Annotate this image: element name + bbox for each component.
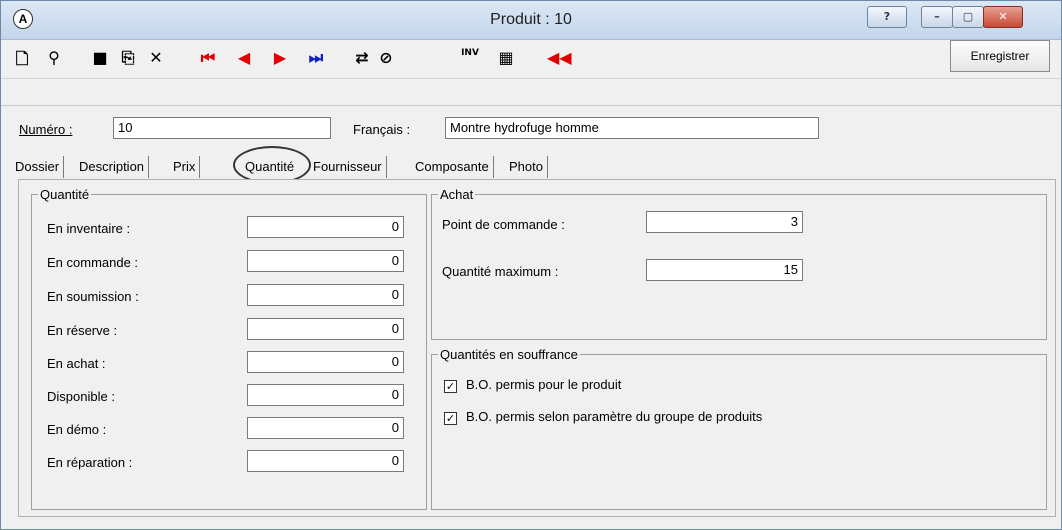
point-commande-field[interactable]: 3 <box>646 211 803 233</box>
maximize-button[interactable]: ▢ <box>952 6 984 28</box>
achat-group: Achat Point de commande : 3 Quantité max… <box>431 187 1047 340</box>
francais-label: Français : <box>353 122 411 137</box>
inventory-icon[interactable]: INV <box>459 48 481 70</box>
disponible-label: Disponible : <box>47 389 115 404</box>
quantite-group-title: Quantité <box>38 187 92 202</box>
tab-dossier[interactable]: Dossier <box>15 156 65 178</box>
save-button[interactable]: Enregistrer <box>950 40 1050 72</box>
close-button[interactable]: ✕ <box>983 6 1023 28</box>
numero-label: Numéro : <box>19 122 73 137</box>
tab-description[interactable]: Description <box>79 156 150 178</box>
tab-photo[interactable]: Photo <box>509 156 548 178</box>
bo-produit-checkbox[interactable]: ✓ <box>444 380 457 393</box>
disponible-field[interactable]: 0 <box>247 384 404 406</box>
en-demo-field[interactable]: 0 <box>247 417 404 439</box>
find-icon[interactable]: ⚲ <box>43 48 65 70</box>
tab-prix[interactable]: Prix <box>173 156 201 178</box>
back-icon[interactable]: ◀◀ <box>547 48 572 70</box>
tab-composante[interactable]: Composante <box>415 156 494 178</box>
achat-group-title: Achat <box>438 187 476 202</box>
en-reserve-label: En réserve : <box>47 323 118 338</box>
quantite-group: Quantité En inventaire : 0 En commande :… <box>31 187 427 510</box>
en-commande-label: En commande : <box>47 255 139 270</box>
help-button[interactable]: ? <box>867 6 907 28</box>
en-achat-label: En achat : <box>47 356 106 371</box>
next-icon[interactable]: ▶ <box>269 48 291 70</box>
tab-fournisseur[interactable]: Fournisseur <box>313 156 387 178</box>
souffrance-group: Quantités en souffrance ✓ B.O. permis po… <box>431 347 1047 510</box>
en-reserve-field[interactable]: 0 <box>247 318 404 340</box>
point-commande-label: Point de commande : <box>442 217 565 232</box>
toolbar: 🗋 ⚲ ■ ⎘ ✕ ⏮ ◀ ▶ ⏭ ⇄ ⊘ INV ▦ ◀◀ <box>1 40 1061 79</box>
en-reparation-field[interactable]: 0 <box>247 450 404 472</box>
en-reparation-label: En réparation : <box>47 455 133 470</box>
last-icon[interactable]: ⏭ <box>305 48 327 70</box>
delete-icon[interactable]: ✕ <box>145 48 167 70</box>
new-icon[interactable]: 🗋 <box>11 48 33 70</box>
quantite-max-label: Quantité maximum : <box>442 264 559 279</box>
bo-produit-label: B.O. permis pour le produit <box>466 377 622 392</box>
bo-groupe-checkbox[interactable]: ✓ <box>444 412 457 425</box>
first-icon[interactable]: ⏮ <box>197 48 219 70</box>
save-icon[interactable]: ■ <box>89 48 111 70</box>
cancel-icon[interactable]: ⊘ <box>375 48 397 70</box>
en-soumission-field[interactable]: 0 <box>247 284 404 306</box>
en-soumission-label: En soumission : <box>47 289 139 304</box>
numero-field[interactable]: 10 <box>113 117 331 139</box>
tab-panel-quantite: Quantité En inventaire : 0 En commande :… <box>18 179 1056 517</box>
en-inventaire-label: En inventaire : <box>47 221 131 236</box>
sync-icon[interactable]: ⇄ <box>351 48 373 70</box>
bo-groupe-label: B.O. permis selon paramètre du groupe de… <box>466 409 763 424</box>
title-bar: A Produit : 10 ? – ▢ ✕ <box>1 1 1061 40</box>
francais-field[interactable]: Montre hydrofuge homme <box>445 117 819 139</box>
quantite-max-field[interactable]: 15 <box>646 259 803 281</box>
header-divider <box>1 105 1061 106</box>
minimize-button[interactable]: – <box>921 6 953 28</box>
copy-icon[interactable]: ⎘ <box>117 48 139 70</box>
grid-icon[interactable]: ▦ <box>495 48 517 70</box>
en-commande-field[interactable]: 0 <box>247 250 404 272</box>
en-demo-label: En démo : <box>47 422 107 437</box>
en-inventaire-field[interactable]: 0 <box>247 216 404 238</box>
prev-icon[interactable]: ◀ <box>233 48 255 70</box>
en-achat-field[interactable]: 0 <box>247 351 404 373</box>
souffrance-group-title: Quantités en souffrance <box>438 347 580 362</box>
product-window: A Produit : 10 ? – ▢ ✕ 🗋 ⚲ ■ ⎘ ✕ ⏮ ◀ ▶ ⏭… <box>0 0 1062 530</box>
